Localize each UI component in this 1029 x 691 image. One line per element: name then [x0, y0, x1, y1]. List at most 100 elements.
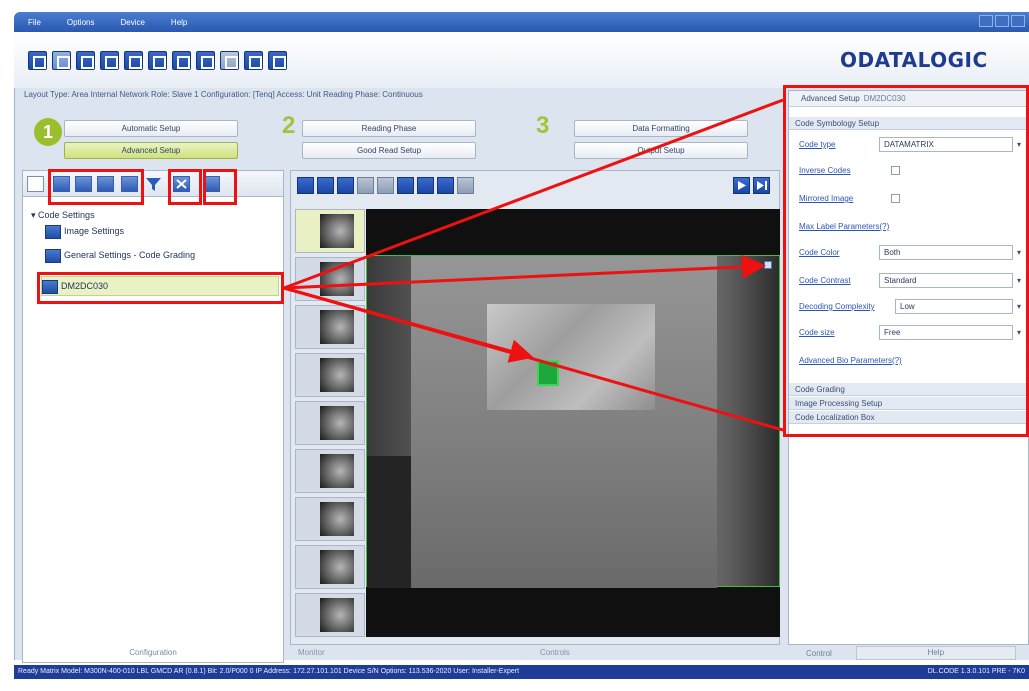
- param-code-size: Code size Free: [799, 325, 1029, 343]
- code-type-select[interactable]: DATAMATRIX: [879, 137, 1024, 152]
- automatic-setup-button[interactable]: Automatic Setup: [64, 120, 238, 137]
- tree-item-selected-code[interactable]: DM2DC030: [41, 276, 279, 296]
- param-advanced-bio: Advanced Bio Parameters(?): [799, 356, 902, 365]
- status-bar: Ready Matrix Model: M300N-400-010 LBL GM…: [14, 665, 1029, 679]
- output-setup-button[interactable]: Output Setup: [574, 142, 748, 159]
- param-decoding-complexity: Decoding Complexity Low: [799, 299, 1029, 317]
- parameters-panel: Advanced Setup DM2DC030 Code Symbology Se…: [788, 90, 1029, 645]
- code-color-select[interactable]: Both: [879, 245, 1024, 260]
- filter-icon[interactable]: [145, 176, 162, 192]
- menu-help[interactable]: Help: [171, 18, 187, 27]
- datalogic-logo: ODATALOGIC: [840, 48, 988, 72]
- section-code-grading[interactable]: Code Grading: [789, 383, 1028, 396]
- thumbnail-image: [320, 406, 354, 440]
- monitor-tab[interactable]: Monitor: [298, 645, 325, 661]
- check-icon[interactable]: [417, 177, 434, 194]
- step-1-badge: 1: [34, 118, 62, 146]
- thumbnail-4[interactable]: [295, 353, 365, 397]
- display-icon[interactable]: [196, 51, 215, 70]
- data-formatting-button[interactable]: Data Formatting: [574, 120, 748, 137]
- home-icon[interactable]: [28, 51, 47, 70]
- thumbnail-image: [320, 550, 354, 584]
- menu-device[interactable]: Device: [120, 18, 144, 27]
- menu-options[interactable]: Options: [67, 18, 95, 27]
- code-contrast-select[interactable]: Standard: [879, 273, 1024, 288]
- search-icon[interactable]: [148, 51, 167, 70]
- code-icon[interactable]: [75, 176, 92, 192]
- section-code-localization[interactable]: Code Localization Box: [789, 411, 1028, 424]
- close-button[interactable]: [1011, 15, 1025, 27]
- thumbnail-1[interactable]: [295, 209, 365, 253]
- export-icon[interactable]: [457, 177, 474, 194]
- controls-tab[interactable]: Controls: [540, 645, 570, 661]
- general-settings-icon: [45, 248, 61, 263]
- save-icon[interactable]: [100, 51, 119, 70]
- help-tab[interactable]: Help: [855, 646, 1016, 660]
- delete-icon[interactable]: [173, 176, 190, 192]
- region-handle-icon[interactable]: [764, 261, 772, 269]
- maximize-button[interactable]: [995, 15, 1009, 27]
- settings-icon[interactable]: [244, 51, 263, 70]
- thumbnail-9[interactable]: [295, 593, 365, 637]
- thumbnail-7[interactable]: [295, 497, 365, 541]
- play-icon[interactable]: [733, 177, 750, 194]
- image-panel-footer: Monitor Controls: [290, 645, 780, 661]
- tree-item-image-settings[interactable]: Image Settings: [45, 223, 124, 239]
- image-label-area: [487, 304, 655, 410]
- param-inverse-codes: Inverse Codes: [799, 163, 1029, 181]
- thumbnail-6[interactable]: [295, 449, 365, 493]
- thumbnail-2[interactable]: [295, 257, 365, 301]
- thumbnail-image: [320, 358, 354, 392]
- code-size-select[interactable]: Free: [879, 325, 1024, 340]
- list-icon[interactable]: [53, 176, 70, 192]
- download-icon[interactable]: [317, 177, 334, 194]
- frame-icon[interactable]: [437, 177, 454, 194]
- good-read-setup-button[interactable]: Good Read Setup: [302, 142, 476, 159]
- zoom-out-icon[interactable]: [357, 177, 374, 194]
- zoom-in-icon[interactable]: [337, 177, 354, 194]
- param-mirrored-image: Mirrored Image: [799, 191, 1029, 209]
- new-icon[interactable]: [27, 176, 44, 192]
- tree-item-general-settings[interactable]: General Settings - Code Grading: [45, 247, 195, 263]
- menu-bar: File Options Device Help: [14, 12, 1029, 32]
- thumbnail-3[interactable]: [295, 305, 365, 349]
- image-icon[interactable]: [97, 176, 114, 192]
- thumbnail-image: [320, 214, 354, 248]
- play-step-icon[interactable]: [753, 177, 770, 194]
- network-icon[interactable]: [268, 51, 287, 70]
- minimize-button[interactable]: [979, 15, 993, 27]
- expand-icon[interactable]: ▾: [31, 210, 38, 220]
- control-tab[interactable]: Control: [806, 649, 832, 658]
- section-code-symbology[interactable]: Code Symbology Setup: [789, 117, 1028, 130]
- datamatrix-code-icon: [42, 279, 58, 294]
- thumbnail-5[interactable]: [295, 401, 365, 445]
- layout-info-bar: Layout Type: Area Internal Network Role:…: [24, 90, 423, 99]
- zoom-fit-icon[interactable]: [377, 177, 394, 194]
- tree-item-code-settings[interactable]: ▾ Code Settings: [31, 207, 95, 223]
- param-code-contrast: Code Contrast Standard: [799, 273, 1029, 291]
- version-text: DL.CODE 1.3.0.101 PRE - 7K0: [927, 668, 1025, 675]
- window-icon[interactable]: [172, 51, 191, 70]
- section-image-processing[interactable]: Image Processing Setup: [789, 397, 1028, 410]
- monitor-icon[interactable]: [124, 51, 143, 70]
- grid-icon[interactable]: [397, 177, 414, 194]
- thumbnail-8[interactable]: [295, 545, 365, 589]
- reading-phase-button[interactable]: Reading Phase: [302, 120, 476, 137]
- search-code-icon[interactable]: [203, 176, 220, 192]
- thumbnail-strip: [295, 209, 365, 641]
- decoding-complexity-select[interactable]: Low: [895, 299, 1024, 314]
- user-icon[interactable]: [76, 51, 95, 70]
- copy-icon[interactable]: [220, 51, 239, 70]
- screen-icon[interactable]: [121, 176, 138, 192]
- upload-icon[interactable]: [297, 177, 314, 194]
- menu-file[interactable]: File: [28, 18, 41, 27]
- param-code-type: Code type DATAMATRIX: [799, 137, 1029, 155]
- open-icon[interactable]: [52, 51, 71, 70]
- mirrored-image-checkbox[interactable]: [891, 194, 900, 203]
- advanced-setup-button[interactable]: Advanced Setup: [64, 142, 238, 159]
- inverse-codes-checkbox[interactable]: [891, 166, 900, 175]
- acquired-image: [366, 255, 780, 588]
- configuration-footer: Configuration: [129, 648, 177, 657]
- parameters-header: Advanced Setup DM2DC030: [789, 91, 1028, 107]
- acquired-image-view[interactable]: [366, 209, 780, 637]
